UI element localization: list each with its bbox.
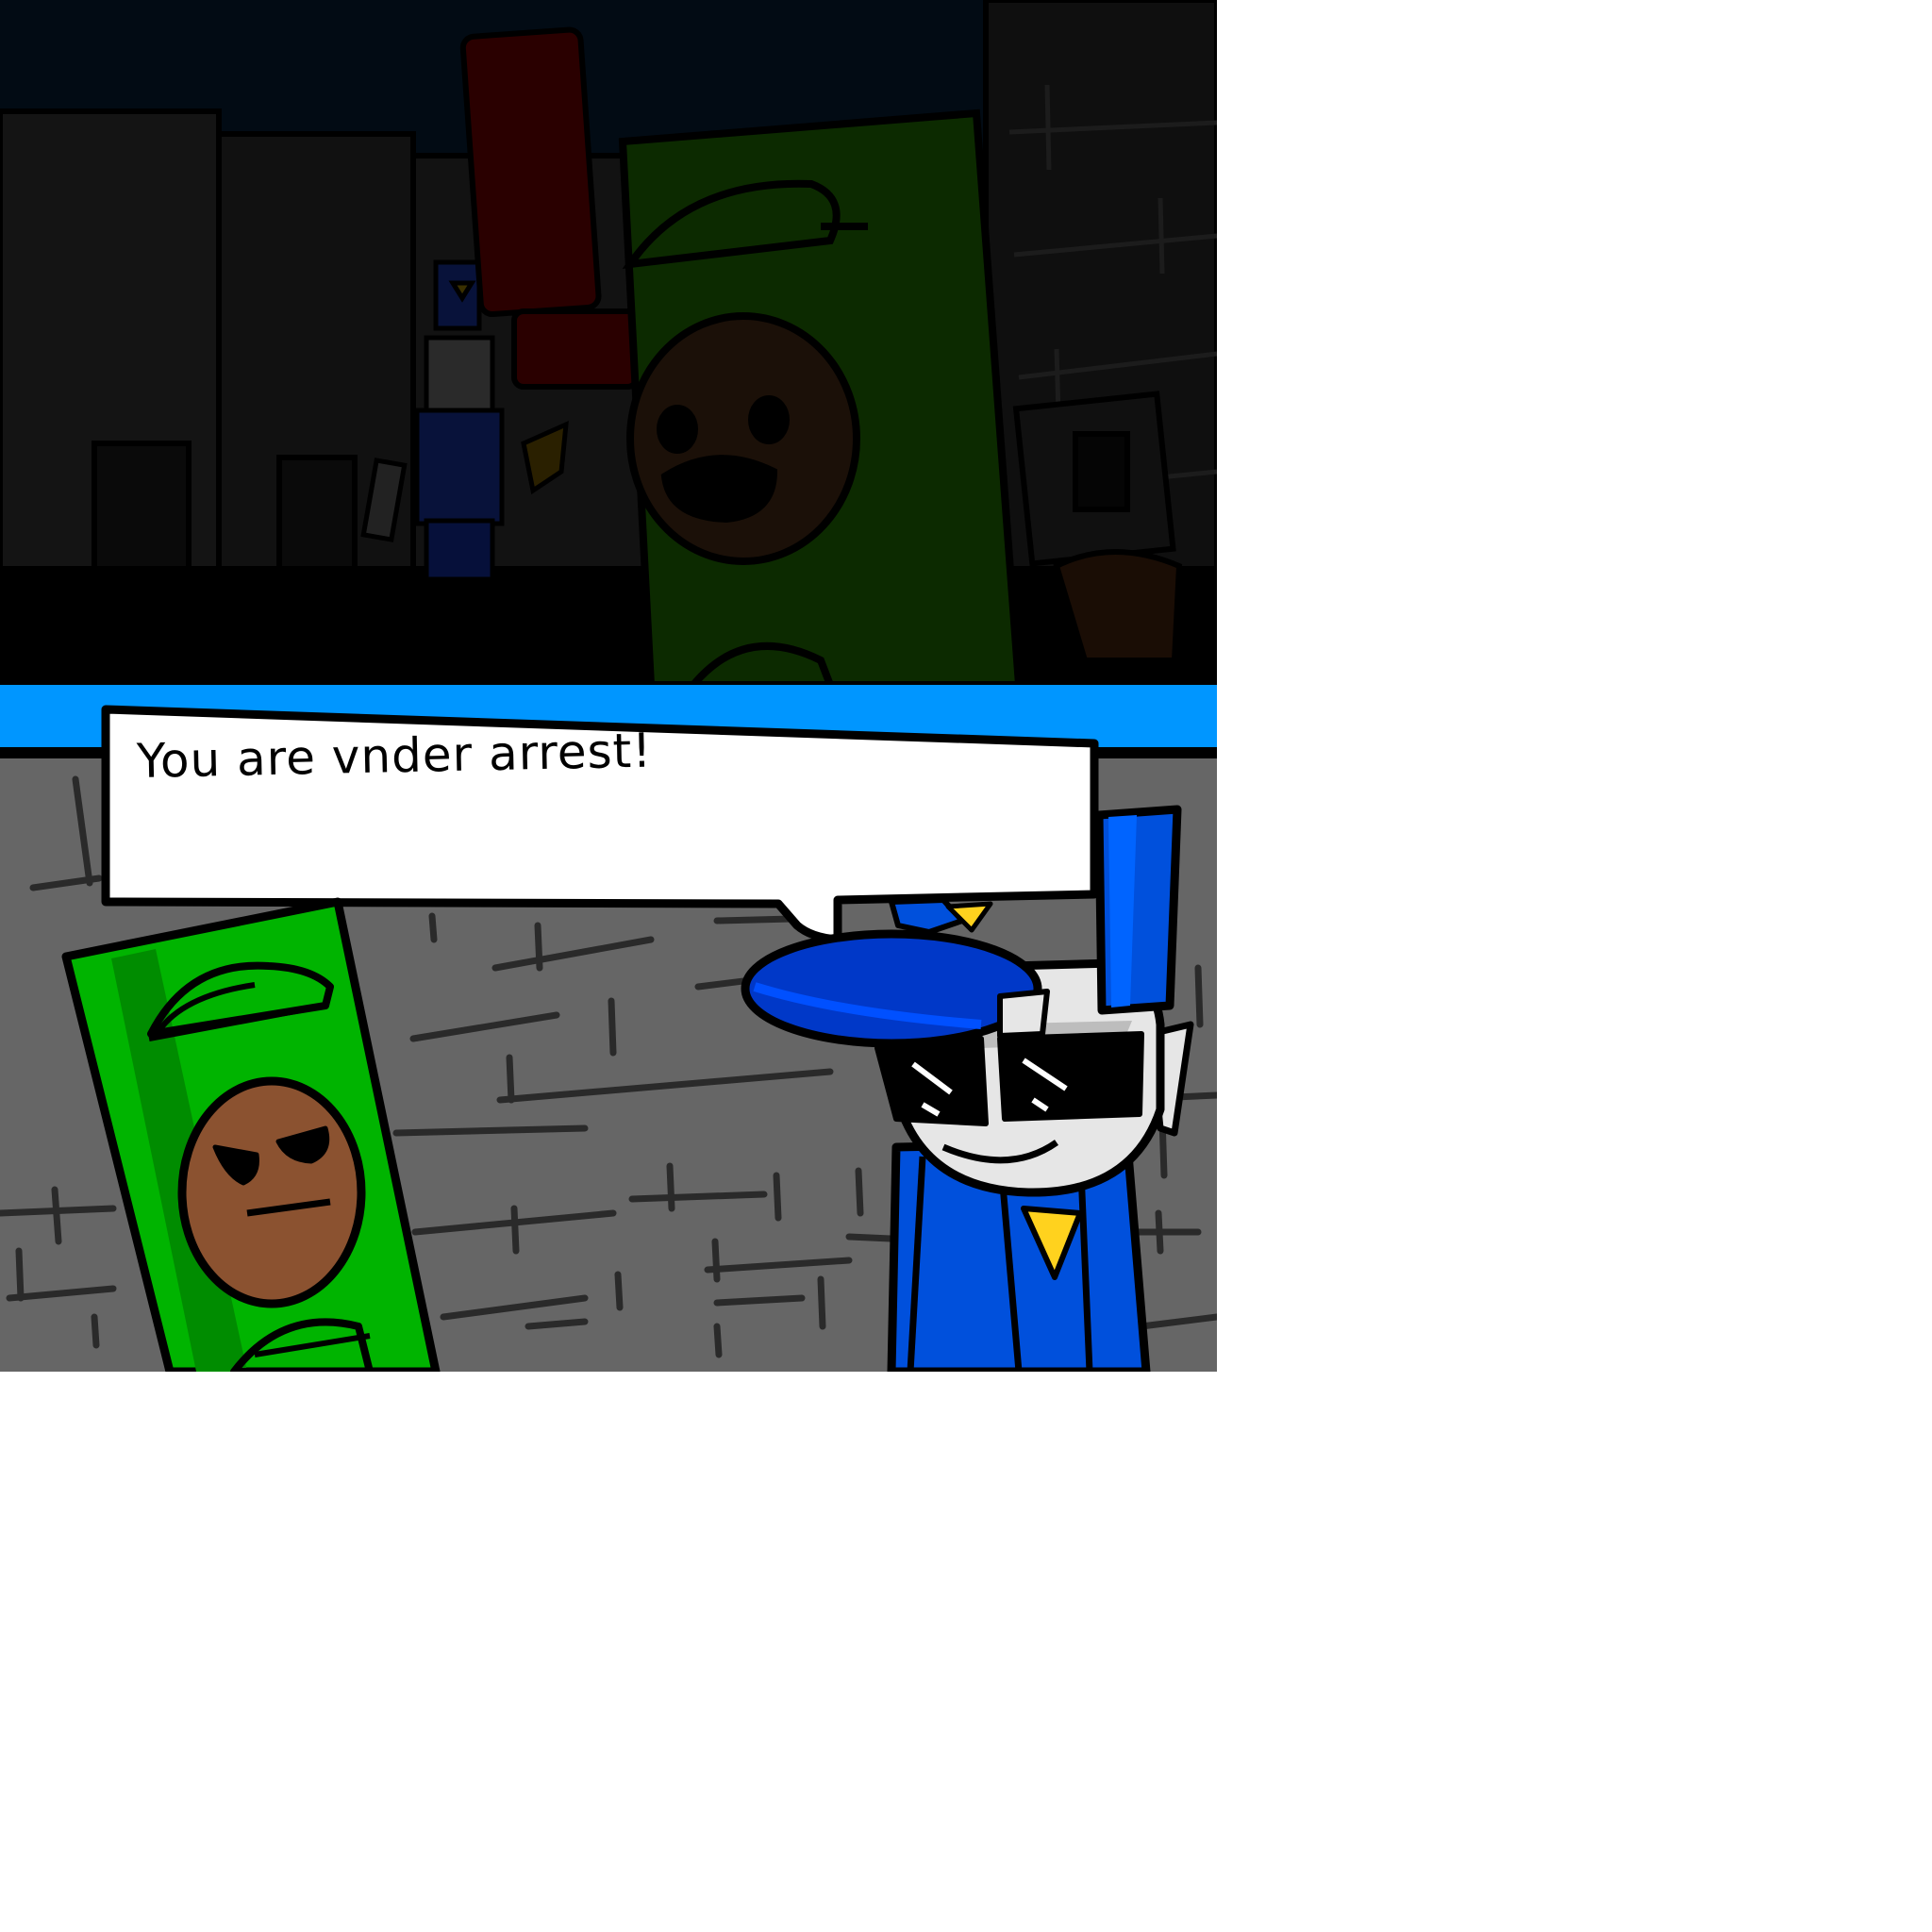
night-ground bbox=[0, 566, 1217, 685]
night-scene bbox=[0, 0, 1217, 685]
green-character-face bbox=[177, 1076, 366, 1308]
police-hat-brim bbox=[741, 929, 1042, 1048]
bottom-panel bbox=[0, 685, 1217, 1372]
speech-bubble-text: You are vnder arrest! bbox=[136, 723, 653, 789]
arrest-scene bbox=[0, 685, 1217, 1372]
comic: You are vnder arrest! bbox=[0, 0, 1217, 1372]
night-green-character bbox=[618, 108, 1024, 685]
top-panel bbox=[0, 0, 1217, 685]
sunglasses-right bbox=[997, 1031, 1144, 1122]
